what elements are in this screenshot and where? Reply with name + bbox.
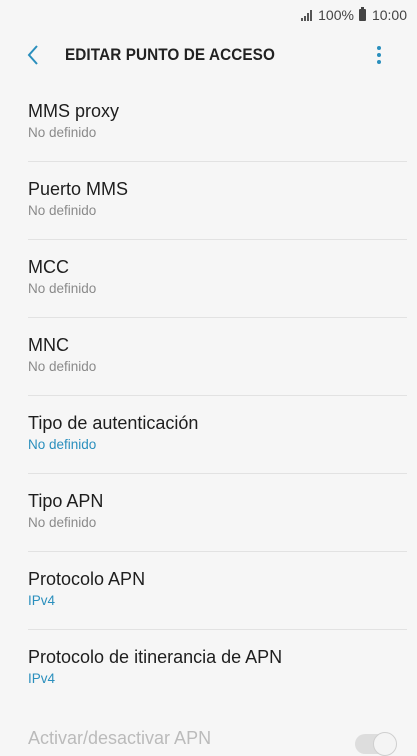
setting-value: IPv4 — [28, 593, 56, 608]
apn-toggle-switch[interactable] — [355, 732, 397, 756]
setting-value: IPv4 — [28, 671, 56, 686]
setting-puerto-mms[interactable]: Puerto MMS No definido — [28, 162, 407, 240]
setting-mnc[interactable]: MNC No definido — [28, 318, 407, 396]
setting-label: Puerto MMS — [28, 179, 129, 199]
setting-label: Tipo APN — [28, 491, 104, 511]
setting-value: No definido — [28, 281, 97, 296]
setting-mcc[interactable]: MCC No definido — [28, 240, 407, 318]
setting-label: Protocolo de itinerancia de APN — [28, 647, 283, 667]
setting-value: No definido — [28, 203, 97, 218]
app-bar: EDITAR PUNTO DE ACCESO — [0, 30, 417, 80]
apn-settings-list: MMS proxy No definido Puerto MMS No defi… — [0, 84, 417, 708]
clock: 10:00 — [371, 7, 407, 23]
setting-tipo-autenticacion[interactable]: Tipo de autenticación No definido — [28, 396, 407, 474]
setting-value: No definido — [28, 437, 97, 452]
page-title: EDITAR PUNTO DE ACCESO — [65, 45, 275, 64]
toggle-knob — [373, 732, 397, 756]
setting-label: MMS proxy — [28, 101, 120, 121]
back-button[interactable] — [18, 40, 48, 70]
setting-mms-proxy[interactable]: MMS proxy No definido — [28, 84, 407, 162]
status-bar: 100% 10:00 — [0, 0, 417, 30]
setting-value: No definido — [28, 359, 97, 374]
more-options-button[interactable] — [367, 40, 391, 70]
battery-percentage: 100% — [318, 7, 354, 23]
setting-label: MNC — [28, 335, 69, 355]
setting-label: Activar/desactivar APN — [28, 728, 212, 748]
setting-protocolo-apn[interactable]: Protocolo APN IPv4 — [28, 552, 407, 630]
battery-icon — [358, 7, 366, 21]
signal-icon — [301, 9, 313, 21]
setting-tipo-apn[interactable]: Tipo APN No definido — [28, 474, 407, 552]
setting-label: MCC — [28, 257, 69, 277]
setting-value: No definido — [28, 515, 97, 530]
setting-activar-apn: Activar/desactivar APN — [28, 708, 407, 756]
setting-label: Protocolo APN — [28, 569, 146, 589]
more-dot-icon — [377, 53, 381, 57]
more-dot-icon — [377, 46, 381, 50]
setting-value: No definido — [28, 125, 97, 140]
setting-label: Tipo de autenticación — [28, 413, 199, 433]
back-arrow-icon — [27, 45, 38, 65]
more-dot-icon — [377, 60, 381, 64]
setting-protocolo-itinerancia[interactable]: Protocolo de itinerancia de APN IPv4 — [28, 630, 407, 708]
